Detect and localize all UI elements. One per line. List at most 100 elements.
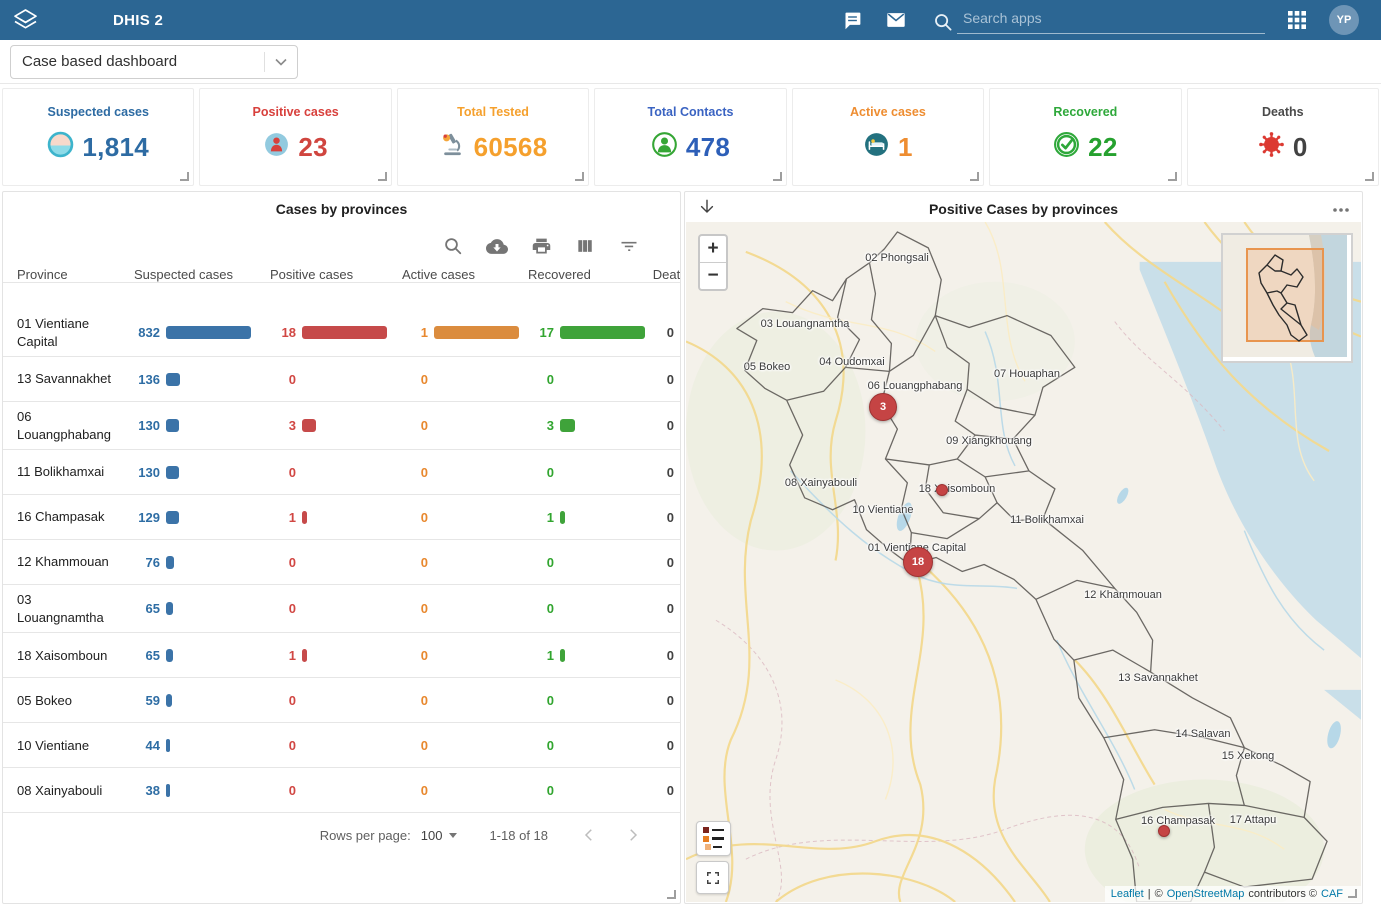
column-header[interactable]: Recovered <box>528 267 650 282</box>
table-row[interactable]: 13 Savannakhet1360000 <box>3 357 680 402</box>
arrow-down-icon[interactable] <box>697 197 717 222</box>
avatar[interactable]: YP <box>1329 5 1359 35</box>
dhis2-logo-icon[interactable] <box>12 7 39 34</box>
dashboard-selector[interactable]: Case based dashboard <box>10 45 298 79</box>
deaths-cell: 0 <box>650 510 680 525</box>
more-options-icon[interactable] <box>1332 200 1350 218</box>
table-row[interactable]: 16 Champasak1291010 <box>3 495 680 540</box>
filter-icon[interactable] <box>618 235 640 257</box>
kpi-value-row: 478 <box>595 131 785 163</box>
fullscreen-button[interactable] <box>696 861 729 894</box>
apps-grid-icon[interactable] <box>1287 10 1307 30</box>
column-header[interactable]: Deaths <box>650 267 680 282</box>
deaths-cell: 0 <box>650 648 680 663</box>
table-row[interactable]: 06 Louangphabang1303030 <box>3 402 680 450</box>
recovered-cell: 0 <box>528 783 650 798</box>
suspected-bar <box>166 784 170 797</box>
rows-per-page-select[interactable]: 100 <box>421 828 458 843</box>
download-icon[interactable] <box>486 235 508 257</box>
kpi-value: 478 <box>686 132 730 163</box>
resize-handle[interactable] <box>1168 172 1177 181</box>
case-cluster-marker[interactable]: 18 <box>903 547 933 577</box>
case-cluster-marker[interactable] <box>936 484 948 496</box>
resize-handle[interactable] <box>575 172 584 181</box>
zoom-in-button[interactable]: + <box>700 236 726 263</box>
table-row[interactable]: 05 Bokeo590000 <box>3 678 680 723</box>
suspected-cell: 832 <box>134 325 270 340</box>
resize-handle[interactable] <box>773 172 782 181</box>
rows-per-page-label: Rows per page: <box>320 828 411 843</box>
kpi-card: Positive cases23 <box>199 88 391 186</box>
active-cell: 0 <box>402 693 528 708</box>
positive-cell: 1 <box>270 510 402 525</box>
column-header[interactable]: Active cases <box>402 267 528 282</box>
active-cell: 1 <box>402 325 528 340</box>
suspected-bar <box>166 466 179 479</box>
province-label: 06 Louangphabang <box>868 380 963 392</box>
next-page-button[interactable] <box>624 826 642 844</box>
legend-button[interactable] <box>696 821 731 856</box>
legend-icon <box>703 827 724 833</box>
openstreetmap-link[interactable]: OpenStreetMap <box>1167 888 1245 900</box>
case-cluster-marker[interactable]: 3 <box>869 393 897 421</box>
print-icon[interactable] <box>530 235 552 257</box>
leaflet-link[interactable]: Leaflet <box>1111 888 1144 900</box>
province-label: 17 Attapu <box>1230 814 1277 826</box>
deaths-cell: 0 <box>650 465 680 480</box>
kpi-value-row: 60568 <box>398 131 588 163</box>
minimap-overview[interactable] <box>1221 233 1353 363</box>
resize-handle[interactable] <box>1365 172 1374 181</box>
deaths-cell: 0 <box>650 783 680 798</box>
positive-bar <box>302 511 307 524</box>
kpi-title: Deaths <box>1188 105 1378 119</box>
table-body: 01 Vientiane Capital83218117013 Savannak… <box>3 309 680 813</box>
resize-handle[interactable] <box>970 172 979 181</box>
columns-icon[interactable] <box>574 235 596 257</box>
map-header: Positive Cases by provinces <box>685 192 1362 222</box>
table-row[interactable]: 01 Vientiane Capital832181170 <box>3 309 680 357</box>
column-header[interactable]: Positive cases <box>270 267 402 282</box>
messages-icon[interactable] <box>842 10 863 31</box>
column-header[interactable]: Suspected cases <box>134 267 270 282</box>
rows-per-page-value: 100 <box>421 828 443 843</box>
positive-cell: 0 <box>270 465 402 480</box>
kpi-value: 23 <box>298 132 328 163</box>
province-name: 06 Louangphabang <box>17 402 134 449</box>
province-name: 18 Xaisomboun <box>17 641 134 671</box>
table-row[interactable]: 10 Vientiane440000 <box>3 723 680 768</box>
deaths-cell: 0 <box>650 372 680 387</box>
recovered-bar <box>560 326 645 339</box>
leaflet-map[interactable]: + − <box>686 222 1361 902</box>
province-name: 01 Vientiane Capital <box>17 309 134 356</box>
mail-icon[interactable] <box>885 9 907 31</box>
positive-cell: 1 <box>270 648 402 663</box>
previous-page-button[interactable] <box>580 826 598 844</box>
suspected-cell: 136 <box>134 372 270 387</box>
resize-handle[interactable] <box>1348 889 1357 898</box>
resize-handle[interactable] <box>180 172 189 181</box>
check-circle-icon <box>1053 131 1080 163</box>
recovered-cell: 0 <box>528 693 650 708</box>
resize-handle[interactable] <box>378 172 387 181</box>
table-row[interactable]: 18 Xaisomboun651010 <box>3 633 680 678</box>
table-row[interactable]: 03 Louangnamtha650000 <box>3 585 680 633</box>
table-row[interactable]: 11 Bolikhamxai1300000 <box>3 450 680 495</box>
recovered-cell: 0 <box>528 555 650 570</box>
zoom-out-button[interactable]: − <box>700 263 726 289</box>
case-cluster-marker[interactable] <box>1158 825 1170 837</box>
table-row[interactable]: 08 Xainyabouli380000 <box>3 768 680 813</box>
positive-cell: 0 <box>270 555 402 570</box>
resize-handle[interactable] <box>667 890 676 899</box>
kpi-card: Recovered22 <box>989 88 1181 186</box>
recovered-cell: 0 <box>528 601 650 616</box>
column-header[interactable]: Province <box>17 267 134 282</box>
table-row[interactable]: 12 Khammouan760000 <box>3 540 680 585</box>
recovered-cell: 0 <box>528 372 650 387</box>
attribution-divider: | <box>1148 888 1151 900</box>
caf-link[interactable]: CAF <box>1321 888 1343 900</box>
kpi-title: Recovered <box>990 105 1180 119</box>
search-apps-input[interactable] <box>957 6 1265 34</box>
active-cell: 0 <box>402 372 528 387</box>
active-cell: 0 <box>402 418 528 433</box>
search-icon[interactable] <box>442 235 464 257</box>
